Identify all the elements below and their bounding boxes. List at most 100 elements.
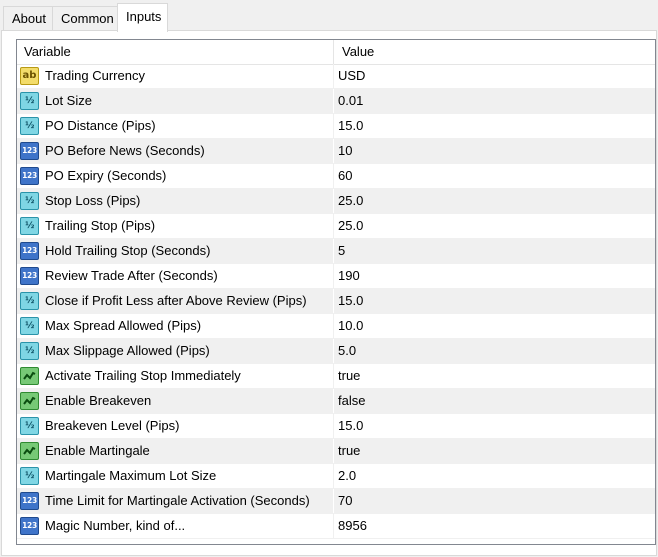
table-row[interactable]: Enable Martingale true — [17, 439, 655, 464]
column-divider[interactable] — [333, 40, 334, 64]
cell-divider — [333, 439, 334, 463]
cell-divider — [333, 264, 334, 288]
variable-value[interactable]: 25.0 — [338, 189, 363, 213]
cell-divider — [333, 189, 334, 213]
table-row[interactable]: ½ Max Spread Allowed (Pips) 10.0 — [17, 314, 655, 339]
boolean-type-icon — [20, 392, 39, 410]
double-type-icon: ½ — [20, 342, 39, 360]
cell-divider — [333, 464, 334, 488]
double-type-icon: ½ — [20, 217, 39, 235]
cell-divider — [333, 389, 334, 413]
variable-value[interactable]: 70 — [338, 489, 352, 513]
integer-type-icon: 123 — [20, 517, 39, 535]
variable-name: Trading Currency — [45, 68, 145, 83]
variable-value[interactable]: 15.0 — [338, 289, 363, 313]
variable-value[interactable]: 2.0 — [338, 464, 356, 488]
tab-inputs[interactable]: Inputs — [117, 3, 168, 32]
variable-value[interactable]: true — [338, 364, 360, 388]
cell-divider — [333, 289, 334, 313]
cell-divider — [333, 214, 334, 238]
variable-value[interactable]: 0.01 — [338, 89, 363, 113]
table-row[interactable]: ab Trading Currency USD — [17, 64, 655, 89]
variable-name: Max Spread Allowed (Pips) — [45, 318, 202, 333]
variable-name: Enable Breakeven — [45, 393, 152, 408]
variable-value[interactable]: false — [338, 389, 365, 413]
variable-name: Hold Trailing Stop (Seconds) — [45, 243, 211, 258]
variable-name: Stop Loss (Pips) — [45, 193, 141, 208]
double-type-icon: ½ — [20, 117, 39, 135]
variable-value[interactable]: 5 — [338, 239, 345, 263]
cell-divider — [333, 239, 334, 263]
table-row[interactable]: 123 Time Limit for Martingale Activation … — [17, 489, 655, 514]
integer-type-icon: 123 — [20, 267, 39, 285]
variable-name: PO Expiry (Seconds) — [45, 168, 167, 183]
table-row[interactable]: ½ Close if Profit Less after Above Review… — [17, 289, 655, 314]
cell-divider — [333, 414, 334, 438]
cell-divider — [333, 489, 334, 513]
tab-bar: About Common Inputs — [0, 0, 658, 32]
variable-value[interactable]: 15.0 — [338, 114, 363, 138]
variable-name: Breakeven Level (Pips) — [45, 418, 180, 433]
double-type-icon: ½ — [20, 467, 39, 485]
variable-value[interactable]: 10.0 — [338, 314, 363, 338]
table-row[interactable]: Activate Trailing Stop Immediately true — [17, 364, 655, 389]
variable-value[interactable]: 5.0 — [338, 339, 356, 363]
cell-divider — [333, 364, 334, 388]
cell-divider — [333, 139, 334, 163]
grid-header: Variable Value — [17, 40, 655, 65]
variable-name: Max Slippage Allowed (Pips) — [45, 343, 210, 358]
integer-type-icon: 123 — [20, 167, 39, 185]
table-row[interactable]: ½ Stop Loss (Pips) 25.0 — [17, 189, 655, 214]
variable-name: Trailing Stop (Pips) — [45, 218, 156, 233]
variable-value[interactable]: 60 — [338, 164, 352, 188]
variable-name: Review Trade After (Seconds) — [45, 268, 218, 283]
table-row[interactable]: 123 Hold Trailing Stop (Seconds) 5 — [17, 239, 655, 264]
cell-divider — [333, 339, 334, 363]
table-row[interactable]: 123 Magic Number, kind of... 8956 — [17, 514, 655, 539]
table-row[interactable]: ½ Lot Size 0.01 — [17, 89, 655, 114]
variable-value[interactable]: 25.0 — [338, 214, 363, 238]
integer-type-icon: 123 — [20, 242, 39, 260]
cell-divider — [333, 89, 334, 113]
table-row[interactable]: 123 Review Trade After (Seconds) 190 — [17, 264, 655, 289]
variable-name: Close if Profit Less after Above Review … — [45, 293, 307, 308]
variable-value[interactable]: 190 — [338, 264, 360, 288]
inputs-grid: Variable Value ab Trading Currency USD ½ Lot… — [16, 39, 656, 545]
variable-name: Time Limit for Martingale Activation (Se… — [45, 493, 310, 508]
integer-type-icon: 123 — [20, 492, 39, 510]
tab-common[interactable]: Common — [52, 6, 118, 30]
double-type-icon: ½ — [20, 192, 39, 210]
variable-name: Lot Size — [45, 93, 92, 108]
double-type-icon: ½ — [20, 92, 39, 110]
double-type-icon: ½ — [20, 417, 39, 435]
inputs-panel: Variable Value ab Trading Currency USD ½ Lot… — [1, 30, 657, 556]
variable-name: PO Distance (Pips) — [45, 118, 156, 133]
table-row[interactable]: ½ Trailing Stop (Pips) 25.0 — [17, 214, 655, 239]
integer-type-icon: 123 — [20, 142, 39, 160]
table-row[interactable]: ½ Max Slippage Allowed (Pips) 5.0 — [17, 339, 655, 364]
variable-value[interactable]: 15.0 — [338, 414, 363, 438]
table-row[interactable]: ½ Martingale Maximum Lot Size 2.0 — [17, 464, 655, 489]
table-row[interactable]: 123 PO Expiry (Seconds) 60 — [17, 164, 655, 189]
variable-name: PO Before News (Seconds) — [45, 143, 205, 158]
cell-divider — [333, 114, 334, 138]
cell-divider — [333, 64, 334, 88]
variable-value[interactable]: USD — [338, 64, 365, 88]
variable-value[interactable]: true — [338, 439, 360, 463]
table-row[interactable]: 123 PO Before News (Seconds) 10 — [17, 139, 655, 164]
table-row[interactable]: ½ Breakeven Level (Pips) 15.0 — [17, 414, 655, 439]
column-header-variable[interactable]: Variable — [24, 40, 71, 64]
table-row[interactable]: Enable Breakeven false — [17, 389, 655, 414]
column-header-value[interactable]: Value — [342, 40, 374, 64]
variable-name: Martingale Maximum Lot Size — [45, 468, 217, 483]
cell-divider — [333, 164, 334, 188]
variable-value[interactable]: 10 — [338, 139, 352, 163]
table-row[interactable]: ½ PO Distance (Pips) 15.0 — [17, 114, 655, 139]
variable-value[interactable]: 8956 — [338, 514, 367, 538]
variable-name: Magic Number, kind of... — [45, 518, 186, 533]
cell-divider — [333, 514, 334, 538]
cell-divider — [333, 314, 334, 338]
variable-name: Activate Trailing Stop Immediately — [45, 368, 241, 383]
tab-about[interactable]: About — [3, 6, 53, 30]
text-type-icon: ab — [20, 67, 39, 85]
